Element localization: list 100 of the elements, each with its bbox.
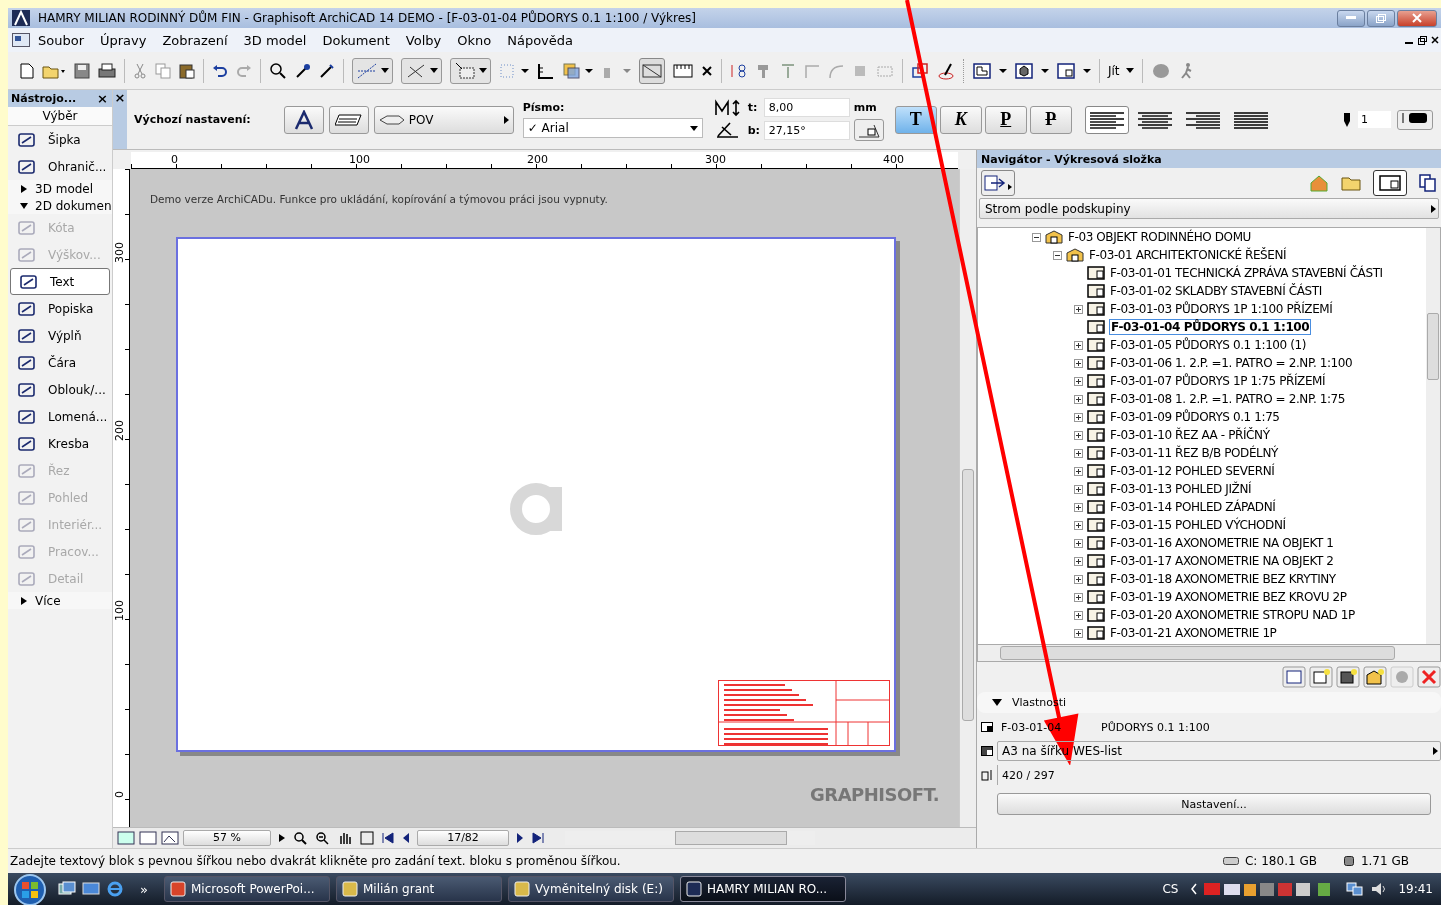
browser-icon[interactable]: [106, 880, 124, 898]
tree-item[interactable]: F-03-01-02 SKLADBY STAVEBNÍ ČÁSTI: [1109, 284, 1323, 298]
expand-toggle[interactable]: [1074, 466, 1083, 476]
restore-icon[interactable]: [1418, 35, 1427, 45]
tree-scrollbar[interactable]: [1426, 228, 1440, 644]
delete-icon[interactable]: [1417, 666, 1441, 688]
toolbox-tool[interactable]: Lomená...: [8, 403, 112, 430]
toolbox-tool[interactable]: Ohranič...: [8, 153, 112, 180]
text-style-button[interactable]: K: [939, 105, 982, 134]
text-style-button[interactable]: P: [984, 105, 1027, 134]
tree-item[interactable]: F-03-01-12 POHLED SEVERNÍ: [1109, 464, 1276, 478]
layer-selector[interactable]: POV: [373, 105, 514, 134]
ruler-icon[interactable]: [537, 62, 555, 79]
magnifier-icon[interactable]: [269, 61, 287, 80]
font-dropdown[interactable]: ✓ Arial: [522, 118, 703, 138]
snap-toggle-button[interactable]: [352, 57, 393, 84]
page-field[interactable]: 17/82: [417, 830, 509, 846]
angle-field[interactable]: 27,15°: [763, 120, 850, 140]
floor-plan-icon[interactable]: [973, 62, 1007, 79]
save-icon[interactable]: [74, 62, 90, 79]
view-mode-dropdown[interactable]: Strom podle podskupiny: [979, 198, 1439, 219]
expand-toggle[interactable]: [1074, 394, 1083, 404]
tree-item[interactable]: F-03-01-13 POHLED JIŽNÍ: [1109, 482, 1253, 496]
tree-item[interactable]: F-03-01-10 ŘEZ AA - PŘÍČNÝ: [1109, 428, 1271, 442]
expand-toggle[interactable]: [1032, 232, 1041, 242]
toolbox-tool[interactable]: Kresba: [8, 430, 112, 457]
tree-item[interactable]: F-03-01-03 PŮDORYS 1P 1:100 PŘÍZEMÍ: [1109, 302, 1334, 316]
tree-item[interactable]: F-03-01-11 ŘEZ B/B PODÉLNÝ: [1109, 446, 1279, 460]
expand-toggle[interactable]: [1074, 574, 1083, 584]
tree-item[interactable]: F-03-01 ARCHITEKTONICKÉ ŘEŠENÍ: [1088, 248, 1288, 262]
tree-item[interactable]: F-03-01-07 PŮDORYS 1P 1:75 PŘÍZEMÍ: [1109, 374, 1327, 388]
info-box-close-button[interactable]: ×: [114, 90, 126, 149]
menu-item[interactable]: Volby: [397, 32, 450, 48]
vertical-scrollbar[interactable]: [959, 169, 976, 827]
close-icon[interactable]: [1431, 36, 1439, 44]
text-style-button[interactable]: P: [1029, 105, 1072, 134]
menu-item[interactable]: Zobrazení: [154, 32, 236, 48]
expand-toggle[interactable]: [1074, 502, 1083, 512]
drawing-canvas[interactable]: Demo verze ArchiCADu. Funkce pro ukládání, kopírování a týmovou práci jsou vypnuty. GRAPHISOFT.: [130, 169, 959, 827]
expand-toggle[interactable]: [1074, 592, 1083, 602]
go-to-menu[interactable]: Jít: [1108, 63, 1120, 78]
toolbox-tool[interactable]: Popiska: [8, 295, 112, 322]
text-tool-button[interactable]: [283, 105, 324, 134]
pen-color-button[interactable]: [1397, 109, 1433, 130]
grid-icon[interactable]: [499, 62, 529, 79]
expand-toggle[interactable]: [1053, 250, 1062, 260]
network-icon[interactable]: [1346, 881, 1365, 897]
tree-item[interactable]: F-03-01-06 1. 2.P. =1. PATRO = 2.NP. 1:100: [1109, 356, 1354, 370]
picture-icon[interactable]: [161, 831, 179, 845]
pen-number-field[interactable]: 1: [1358, 111, 1391, 128]
new-document-icon[interactable]: [20, 62, 34, 79]
triangle-icon[interactable]: [992, 699, 1002, 706]
printer-icon[interactable]: [98, 62, 116, 79]
clipboard-icon[interactable]: [179, 62, 195, 79]
menu-item[interactable]: Nápověda: [499, 32, 581, 48]
layers-icon[interactable]: [563, 62, 593, 79]
previous-page-icon[interactable]: [381, 831, 395, 845]
tree-item[interactable]: F-03-01-16 AXONOMETRIE NA OBJEKT 1: [1109, 536, 1335, 550]
new-master-icon[interactable]: [1336, 666, 1360, 688]
expand-toggle[interactable]: [1074, 520, 1083, 530]
expand-toggle[interactable]: [1074, 340, 1083, 350]
tree-item[interactable]: F-03-01-15 POHLED VÝCHODNÍ: [1109, 518, 1287, 532]
tree-item[interactable]: F-03 OBJEKT RODINNÉHO DOMU: [1067, 230, 1252, 244]
layout-name-field[interactable]: PŮDORYS 0.1 1:100: [1097, 717, 1441, 737]
eyedropper-icon[interactable]: [295, 62, 311, 79]
tree-item[interactable]: F-03-01-20 AXONOMETRIE STROPU NAD 1P: [1109, 608, 1356, 622]
more-button[interactable]: »: [140, 881, 148, 897]
tree-item[interactable]: F-03-01-21 AXONOMETRIE 1P: [1109, 626, 1278, 640]
menu-item[interactable]: Dokument: [314, 32, 398, 48]
drawing-settings-icon[interactable]: [639, 57, 665, 84]
split-icon[interactable]: [730, 62, 748, 79]
restore-button[interactable]: [1367, 9, 1395, 27]
layout-icon[interactable]: [1057, 62, 1091, 79]
trace-icon[interactable]: [937, 61, 955, 80]
tree-item[interactable]: F-03-01-14 POHLED ZÁPADNÍ: [1109, 500, 1277, 514]
fit-icon[interactable]: [359, 831, 377, 845]
toolbox-tool[interactable]: Čára: [8, 349, 112, 376]
expand-toggle[interactable]: [1074, 412, 1083, 422]
size-field[interactable]: 8,00: [763, 98, 850, 117]
lock-angle-button[interactable]: [853, 119, 884, 141]
next-page-icon[interactable]: [531, 831, 545, 845]
tree-item[interactable]: F-03-01-17 AXONOMETRIE NA OBJEKT 2: [1109, 554, 1335, 568]
expand-toggle[interactable]: [1074, 538, 1083, 548]
expand-toggle[interactable]: [1074, 610, 1083, 620]
layout-book-button[interactable]: [1373, 170, 1407, 196]
tree-horizontal-scrollbar[interactable]: [977, 645, 1441, 662]
tree-item[interactable]: F-03-01-05 PŮDORYS 0.1 1:100 (1): [1109, 338, 1308, 352]
guide-toggle-button[interactable]: [401, 57, 442, 84]
expand-toggle[interactable]: [1074, 376, 1083, 386]
menu-item[interactable]: Okno: [449, 32, 500, 48]
toolbox-tool[interactable]: Oblouk/...: [8, 376, 112, 403]
tree-item[interactable]: F-03-01-01 TECHNICKÁ ZPRÁVA STAVEBNÍ ČÁSTI: [1109, 266, 1384, 280]
expand-toggle[interactable]: [1074, 448, 1083, 458]
taskbar-button[interactable]: HAMRY MILIAN RO...: [679, 876, 846, 902]
cross-icon[interactable]: [701, 64, 713, 77]
expand-toggle[interactable]: [1074, 358, 1083, 368]
toolbox-tool[interactable]: Výplň: [8, 322, 112, 349]
toolbox-group[interactable]: 2D dokumen: [8, 197, 112, 214]
cube-icon[interactable]: [1015, 62, 1049, 79]
taskbar-button[interactable]: Microsoft PowerPoi...: [163, 876, 330, 902]
